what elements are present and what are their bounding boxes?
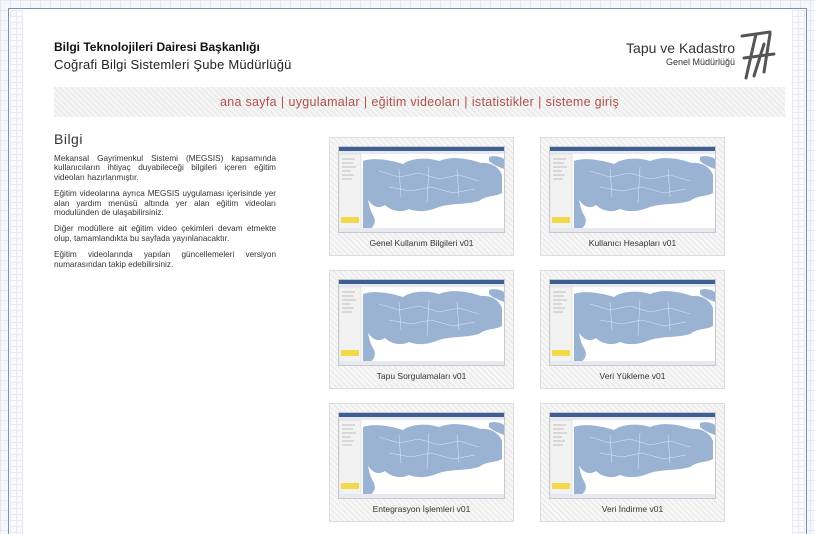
org-department-title: Bilgi Teknolojileri Dairesi Başkanlığı [54,40,260,54]
video-title[interactable]: Veri Yükleme v01 [541,371,724,381]
video-card[interactable]: Tapu Sorgulamaları v01 [329,270,514,389]
video-thumbnail[interactable] [338,279,505,366]
nav-separator: | [538,95,542,109]
video-title[interactable]: Tapu Sorgulamaları v01 [330,371,513,381]
video-card[interactable]: Veri Yükleme v01 [540,270,725,389]
video-thumbnail[interactable] [338,146,505,233]
nav-separator: | [280,95,285,109]
video-card[interactable]: Veri İndirme v01 [540,403,725,522]
video-thumbnail[interactable] [338,412,505,499]
video-thumbnail[interactable] [549,146,716,233]
video-card[interactable]: Entegrasyon İşlemleri v01 [329,403,514,522]
tkgm-logo-icon [740,30,776,80]
nav-link-login[interactable]: sisteme giriş [546,95,619,109]
info-heading: Bilgi [54,131,83,147]
main-navigation: ana sayfa | uygulamalar | eğitim videoları | i… [54,87,785,117]
info-paragraph: Eğitim videolarında yapılan güncellemele… [54,250,276,269]
video-title[interactable]: Kullanıcı Hesapları v01 [541,238,724,248]
nav-link-training-videos[interactable]: eğitim videoları [371,95,460,109]
video-title[interactable]: Entegrasyon İşlemleri v01 [330,504,513,514]
video-card[interactable]: Genel Kullanım Bilgileri v01 [329,137,514,256]
info-paragraph: Eğitim videolarına ayrıca MEGSIS uygulam… [54,189,276,218]
info-paragraph: Diğer modüllere ait eğitim video çekimle… [54,224,276,243]
brand-subtitle: Genel Müdürlüğü [665,57,735,67]
right-grid-strip [792,10,805,534]
video-thumbnail[interactable] [549,279,716,366]
left-grid-strip [10,10,23,534]
video-thumbnail[interactable] [549,412,716,499]
nav-separator: | [464,95,468,109]
nav-link-statistics[interactable]: istatistikler [472,95,534,109]
brand-name: Tapu ve Kadastro [626,40,735,56]
video-title[interactable]: Veri İndirme v01 [541,504,724,514]
video-title[interactable]: Genel Kullanım Bilgileri v01 [330,238,513,248]
nav-link-applications[interactable]: uygulamalar [288,95,359,109]
info-paragraph: Mekansal Gayrimenkul Sistemi (MEGSIS) ka… [54,154,276,182]
brand-block: Tapu ve Kadastro Genel Müdürlüğü [610,40,735,67]
nav-link-home[interactable]: ana sayfa [220,95,277,109]
org-branch-title: Coğrafi Bilgi Sistemleri Şube Müdürlüğü [54,57,292,72]
info-text: Mekansal Gayrimenkul Sistemi (MEGSIS) ka… [54,154,276,276]
nav-separator: | [363,95,368,109]
video-card[interactable]: Kullanıcı Hesapları v01 [540,137,725,256]
